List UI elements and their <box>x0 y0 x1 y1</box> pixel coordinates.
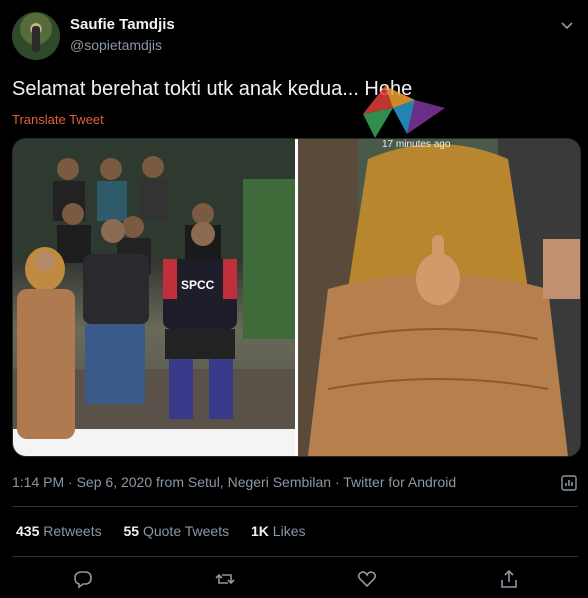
likes-count: 1K <box>251 523 269 539</box>
quote-label: Quote Tweets <box>142 523 230 539</box>
author-name[interactable]: Saufie Tamdjis <box>70 16 175 33</box>
chevron-down-icon[interactable] <box>560 18 574 32</box>
divider-bottom <box>12 556 578 557</box>
retweets-label: Retweets <box>43 523 102 539</box>
meta-separator: · <box>64 474 77 490</box>
overlay-timestamp: 17 minutes ago <box>382 139 451 150</box>
jersey-text: SPCC <box>181 278 215 292</box>
author-handle[interactable]: @sopietamdjis <box>70 37 162 53</box>
retweets-count: 435 <box>16 523 40 539</box>
photo-right-illustration: 17 minutes ago <box>298 139 580 456</box>
divider-top <box>12 506 578 507</box>
tweet-location[interactable]: from Setul, Negeri Sembilan <box>156 474 331 490</box>
likes-stat[interactable]: 1K Likes <box>251 523 305 539</box>
reply-icon[interactable] <box>72 568 94 590</box>
quote-count: 55 <box>123 523 140 539</box>
analytics-icon[interactable] <box>560 474 578 492</box>
retweets-stat[interactable]: 435 Retweets <box>16 523 102 539</box>
retweet-icon[interactable] <box>214 568 236 590</box>
avatar[interactable] <box>12 12 60 60</box>
tweet-meta: 1:14 PM · Sep 6, 2020 from Setul, Negeri… <box>12 474 456 490</box>
tweet-time[interactable]: 1:14 PM <box>12 474 64 490</box>
quote-tweets-stat[interactable]: 55 Quote Tweets <box>124 523 230 539</box>
likes-label: Likes <box>272 523 306 539</box>
meta-separator-2: · <box>331 474 344 490</box>
tweet-media[interactable]: SPCC 17 minutes ago <box>12 138 581 457</box>
photo-left-illustration: SPCC <box>13 139 295 456</box>
tweet-client[interactable]: Twitter for Android <box>343 474 456 490</box>
photo-group-cyclists[interactable]: SPCC <box>13 139 295 456</box>
translate-tweet-link[interactable]: Translate Tweet <box>12 112 104 127</box>
heart-icon[interactable] <box>356 568 378 590</box>
tweet-date[interactable]: Sep 6, 2020 <box>77 474 153 490</box>
photo-woman-thumbs-up[interactable]: 17 minutes ago <box>298 139 580 456</box>
tweet-stats: 435 Retweets 55 Quote Tweets 1K Likes <box>16 523 305 539</box>
share-icon[interactable] <box>498 568 520 590</box>
